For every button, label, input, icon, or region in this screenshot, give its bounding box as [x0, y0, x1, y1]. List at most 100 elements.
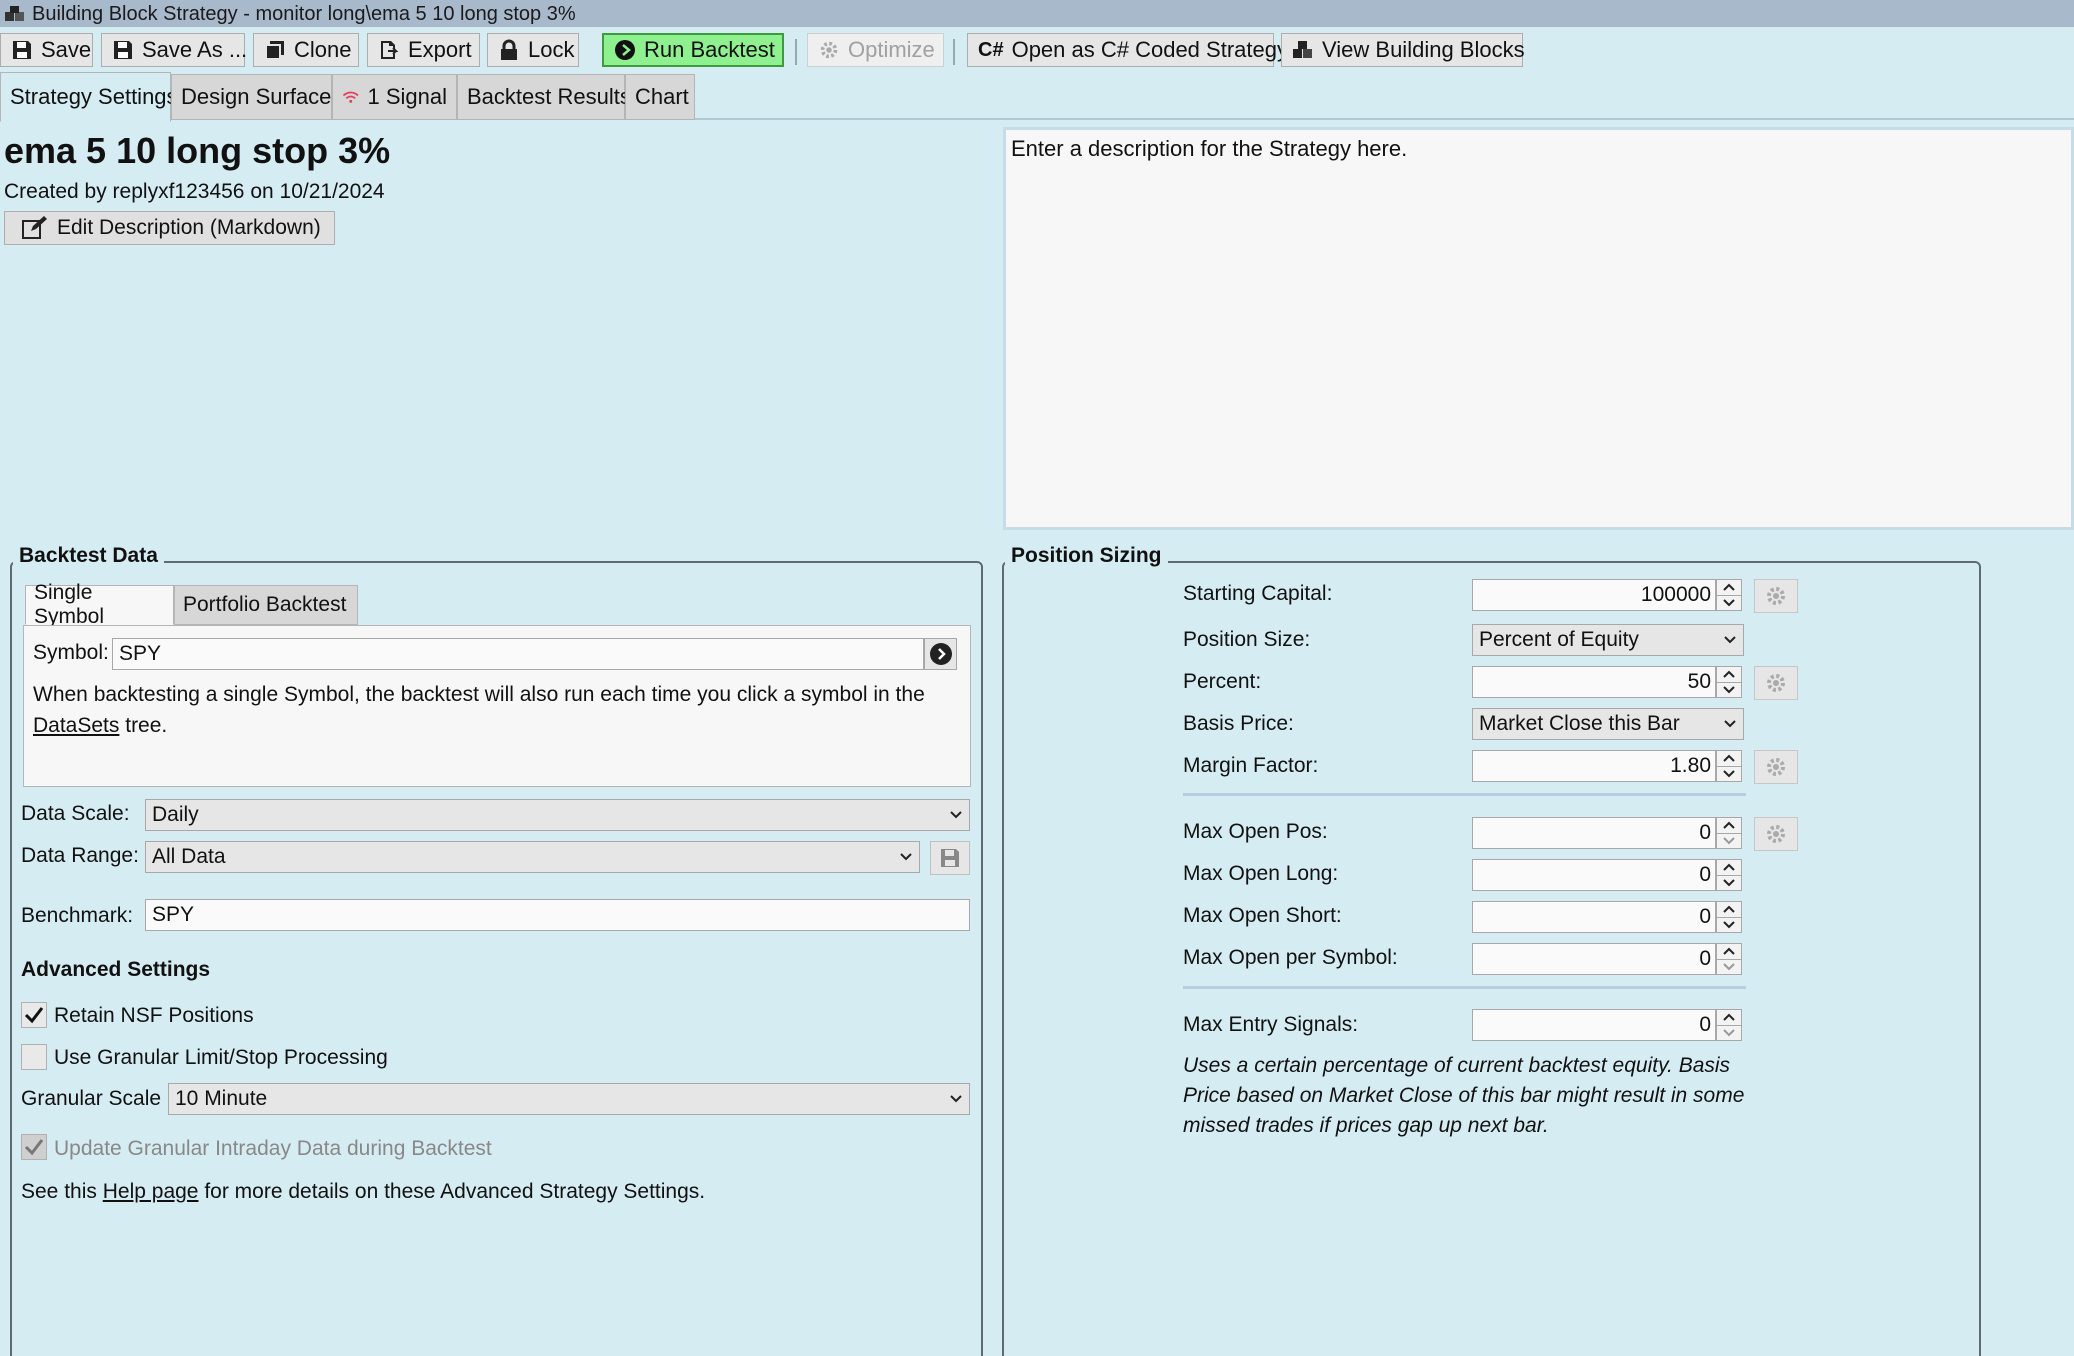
- section-divider: [1183, 986, 1746, 989]
- margin-factor-gear-button[interactable]: [1754, 750, 1798, 784]
- spin-up-icon[interactable]: [1717, 1010, 1741, 1025]
- starting-capital-input[interactable]: 100000: [1472, 579, 1716, 611]
- data-scale-select[interactable]: Daily: [145, 799, 970, 831]
- data-range-select[interactable]: All Data: [145, 841, 920, 873]
- checkmark-icon: [24, 1139, 44, 1156]
- gear-icon: [820, 41, 838, 59]
- datasets-link[interactable]: DataSets: [33, 714, 119, 737]
- help-page-link[interactable]: Help page: [103, 1180, 199, 1203]
- tab-single-symbol[interactable]: Single Symbol: [25, 581, 174, 628]
- max-entry-signals-spinner[interactable]: [1716, 1009, 1742, 1041]
- spin-up-icon[interactable]: [1717, 580, 1741, 595]
- max-open-pos-gear-button[interactable]: [1754, 817, 1798, 851]
- toolbar-separator: [953, 39, 955, 65]
- copy-icon: [265, 41, 284, 60]
- max-open-long-label: Max Open Long:: [1183, 862, 1339, 885]
- description-panel[interactable]: Enter a description for the Strategy her…: [1003, 127, 2074, 530]
- wifi-signal-icon: [342, 91, 359, 103]
- max-open-per-symbol-spinner[interactable]: [1716, 943, 1742, 975]
- retain-nsf-checkbox[interactable]: [21, 1002, 47, 1028]
- tab-signal[interactable]: 1 Signal: [332, 74, 457, 120]
- margin-factor-spinner[interactable]: [1716, 750, 1742, 782]
- chevron-down-icon: [950, 811, 962, 819]
- position-size-select[interactable]: Percent of Equity: [1472, 624, 1744, 656]
- starting-capital-gear-button[interactable]: [1754, 579, 1798, 613]
- max-open-per-symbol-input[interactable]: 0: [1472, 943, 1716, 975]
- percent-label: Percent:: [1183, 670, 1262, 693]
- spin-up-icon[interactable]: [1717, 944, 1741, 959]
- arrow-circle-icon: [929, 643, 952, 665]
- save-data-range-button[interactable]: [930, 841, 970, 875]
- edit-description-button[interactable]: Edit Description (Markdown): [4, 211, 335, 245]
- granular-scale-select[interactable]: 10 Minute: [168, 1083, 970, 1115]
- max-open-long-input[interactable]: 0: [1472, 859, 1716, 891]
- symbol-input[interactable]: SPY: [112, 638, 924, 670]
- basis-price-select[interactable]: Market Close this Bar: [1472, 708, 1744, 740]
- position-sizing-title: Position Sizing: [1005, 544, 1168, 568]
- spin-up-icon[interactable]: [1717, 860, 1741, 875]
- tab-strategy-settings[interactable]: Strategy Settings: [0, 72, 178, 122]
- optimize-button[interactable]: Optimize: [807, 33, 944, 67]
- chevron-down-icon: [1724, 636, 1736, 644]
- title-bar: Building Block Strategy - monitor long\e…: [0, 0, 2074, 27]
- play-circle-icon: [615, 40, 635, 60]
- max-open-per-symbol-label: Max Open per Symbol:: [1183, 946, 1398, 969]
- advanced-settings-title: Advanced Settings: [21, 958, 211, 981]
- tab-portfolio-backtest[interactable]: Portfolio Backtest: [174, 585, 358, 625]
- data-scale-label: Data Scale:: [21, 802, 130, 825]
- max-open-pos-spinner[interactable]: [1716, 817, 1742, 849]
- help-page-text: See this Help page for more details on t…: [21, 1180, 706, 1203]
- margin-factor-input[interactable]: 1.80: [1472, 750, 1716, 782]
- view-building-blocks-button[interactable]: View Building Blocks: [1281, 33, 1525, 67]
- floppy-disk-icon: [13, 41, 31, 59]
- spin-down-icon[interactable]: [1717, 916, 1741, 933]
- spin-down-icon[interactable]: [1717, 765, 1741, 782]
- max-open-pos-label: Max Open Pos:: [1183, 820, 1328, 843]
- toolbar-separator: [795, 39, 797, 65]
- update-granular-checkbox[interactable]: [21, 1134, 47, 1160]
- granular-limit-label: Use Granular Limit/Stop Processing: [54, 1046, 388, 1069]
- floppy-disk-icon: [114, 41, 132, 59]
- spin-up-icon[interactable]: [1717, 818, 1741, 833]
- percent-input[interactable]: 50: [1472, 666, 1716, 698]
- benchmark-label: Benchmark:: [21, 904, 134, 927]
- spin-down-icon[interactable]: [1717, 874, 1741, 891]
- save-as-button[interactable]: Save As ...: [101, 33, 247, 67]
- export-button[interactable]: Export: [367, 33, 480, 67]
- retain-nsf-label: Retain NSF Positions: [54, 1004, 254, 1027]
- spin-up-icon[interactable]: [1717, 667, 1741, 682]
- tab-backtest-results[interactable]: Backtest Results: [457, 74, 631, 120]
- benchmark-input[interactable]: SPY: [145, 899, 970, 931]
- lock-button[interactable]: Lock: [487, 33, 579, 67]
- run-backtest-button[interactable]: Run Backtest: [602, 33, 784, 67]
- max-open-long-spinner[interactable]: [1716, 859, 1742, 891]
- update-granular-label: Update Granular Intraday Data during Bac…: [54, 1137, 492, 1160]
- created-by-text: Created by replyxf123456 on 10/21/2024: [4, 180, 385, 203]
- save-button[interactable]: Save: [0, 33, 93, 67]
- symbol-go-button[interactable]: [924, 638, 957, 670]
- lock-icon: [501, 39, 517, 60]
- spin-down-icon[interactable]: [1717, 681, 1741, 698]
- percent-spinner[interactable]: [1716, 666, 1742, 698]
- tab-design-surface[interactable]: Design Surface: [171, 74, 332, 120]
- spin-down-icon[interactable]: [1717, 958, 1741, 975]
- open-csharp-button[interactable]: C# Open as C# Coded Strategy: [967, 33, 1288, 67]
- max-open-short-spinner[interactable]: [1716, 901, 1742, 933]
- clone-button[interactable]: Clone: [253, 33, 359, 67]
- spin-down-icon[interactable]: [1717, 594, 1741, 611]
- max-entry-signals-input[interactable]: 0: [1472, 1009, 1716, 1041]
- tab-chart[interactable]: Chart: [625, 74, 695, 120]
- floppy-disk-icon: [941, 849, 959, 867]
- granular-limit-checkbox[interactable]: [21, 1044, 47, 1070]
- spin-down-icon[interactable]: [1717, 1024, 1741, 1041]
- max-open-short-input[interactable]: 0: [1472, 901, 1716, 933]
- spin-down-icon[interactable]: [1717, 832, 1741, 849]
- spin-up-icon[interactable]: [1717, 751, 1741, 766]
- margin-factor-label: Margin Factor:: [1183, 754, 1319, 777]
- spin-up-icon[interactable]: [1717, 902, 1741, 917]
- edit-icon: [22, 216, 47, 239]
- percent-gear-button[interactable]: [1754, 666, 1798, 700]
- max-open-pos-input[interactable]: 0: [1472, 817, 1716, 849]
- starting-capital-spinner[interactable]: [1716, 579, 1742, 611]
- description-text: Enter a description for the Strategy her…: [1011, 136, 1408, 161]
